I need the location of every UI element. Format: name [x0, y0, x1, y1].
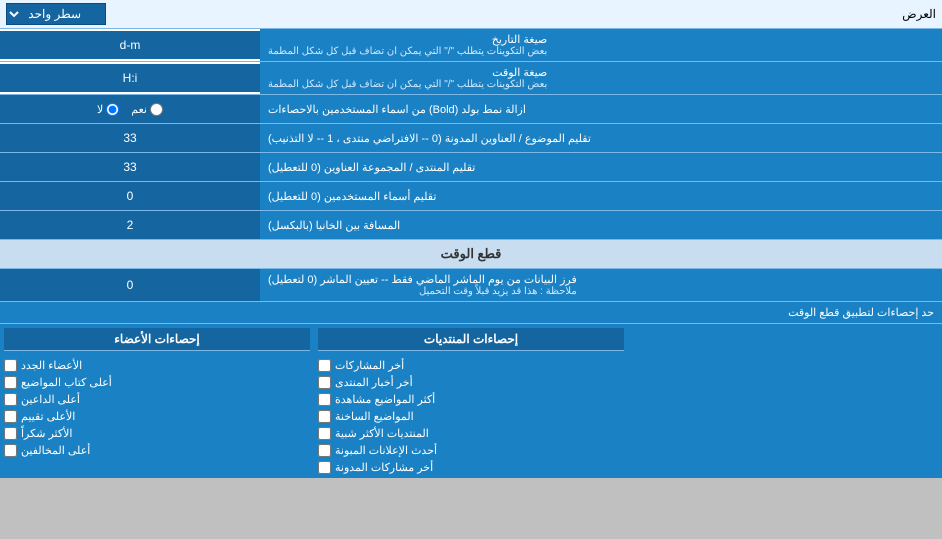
date-format-input-cell	[0, 31, 260, 59]
posts-stats-col: إحصاءات المنتديات أخر المشاركات أخر أخبا…	[314, 324, 628, 478]
members-stats-header: إحصاءات الأعضاء	[4, 328, 310, 351]
stat-most-liked-forums[interactable]: المنتديات الأكثر شبية	[318, 427, 624, 440]
bold-yes-option[interactable]: نعم	[131, 103, 163, 116]
stat-top-inviters[interactable]: أعلى الداعين	[4, 393, 310, 406]
bold-options: نعم لا	[0, 95, 260, 123]
stats-apply-label: حد إحصاءات لتطبيق قطع الوقت	[788, 307, 934, 319]
gap-row: المسافة بين الخانيا (بالبكسل)	[0, 211, 942, 240]
stat-top-writers[interactable]: أعلى كتاب المواضيع	[4, 376, 310, 389]
display-row: العرض سطر واحد سطرين ثلاثة أسطر	[0, 0, 942, 29]
time-cut-limit-field[interactable]	[4, 278, 256, 292]
time-cut-limit-label: فرز البيانات من يوم الماشر الماضي فقط --…	[260, 269, 942, 301]
stat-top-rated[interactable]: الأعلى تقييم	[4, 410, 310, 423]
display-select[interactable]: سطر واحد سطرين ثلاثة أسطر	[6, 3, 106, 25]
date-format-label: صيغة التاريخ بعض التكوينات يتطلب "/" الت…	[260, 29, 942, 61]
time-format-row: صيغة الوقت بعض التكوينات يتطلب "/" التي …	[0, 62, 942, 95]
users-limit-field[interactable]	[6, 189, 254, 203]
topics-limit-row: تقليم الموضوع / العناوين المدونة (0 -- ا…	[0, 124, 942, 153]
bold-row: ازالة نمط بولد (Bold) من اسماء المستخدمي…	[0, 95, 942, 124]
stat-hot-topics-checkbox[interactable]	[318, 410, 331, 423]
stat-most-thanked-checkbox[interactable]	[4, 427, 17, 440]
time-cut-limit-row: فرز البيانات من يوم الماشر الماضي فقط --…	[0, 269, 942, 302]
main-container: العرض سطر واحد سطرين ثلاثة أسطر صيغة الت…	[0, 0, 942, 478]
users-limit-row: تقليم أسماء المستخدمين (0 للتعطيل)	[0, 182, 942, 211]
date-format-row: صيغة التاريخ بعض التكوينات يتطلب "/" الت…	[0, 29, 942, 62]
stat-blog-posts-checkbox[interactable]	[318, 461, 331, 474]
bold-no-radio[interactable]	[106, 103, 119, 116]
stat-forum-news[interactable]: أخر أخبار المنتدى	[318, 376, 624, 389]
topics-limit-input-cell	[0, 124, 260, 152]
forum-limit-input-cell	[0, 153, 260, 181]
stat-top-writers-checkbox[interactable]	[4, 376, 17, 389]
stats-apply-label-row: حد إحصاءات لتطبيق قطع الوقت	[0, 302, 942, 324]
bold-no-option[interactable]: لا	[97, 103, 119, 116]
stat-most-viewed[interactable]: أكثر المواضيع مشاهدة	[318, 393, 624, 406]
users-limit-input-cell	[0, 182, 260, 210]
col-spacer	[628, 324, 942, 478]
stat-top-rated-checkbox[interactable]	[4, 410, 17, 423]
stat-most-thanked[interactable]: الأكثر شكراً	[4, 427, 310, 440]
stat-top-inviters-checkbox[interactable]	[4, 393, 17, 406]
forum-limit-label: تقليم المنتدى / المجموعة العناوين (0 للت…	[260, 153, 942, 181]
stat-most-viewed-checkbox[interactable]	[318, 393, 331, 406]
forum-limit-field[interactable]	[6, 160, 254, 174]
bold-label: ازالة نمط بولد (Bold) من اسماء المستخدمي…	[260, 95, 942, 123]
gap-field[interactable]	[6, 218, 254, 232]
stat-last-posts-checkbox[interactable]	[318, 359, 331, 372]
topics-limit-field[interactable]	[6, 131, 254, 145]
time-cut-section-header: قطع الوقت	[0, 240, 942, 269]
users-limit-label: تقليم أسماء المستخدمين (0 للتعطيل)	[260, 182, 942, 210]
time-format-label: صيغة الوقت بعض التكوينات يتطلب "/" التي …	[260, 62, 942, 94]
stat-new-members[interactable]: الأعضاء الجدد	[4, 359, 310, 372]
stat-hot-topics[interactable]: المواضيع الساخنة	[318, 410, 624, 423]
checkboxes-section: إحصاءات المنتديات أخر المشاركات أخر أخبا…	[0, 324, 942, 478]
stat-latest-announcements-checkbox[interactable]	[318, 444, 331, 457]
stat-forum-news-checkbox[interactable]	[318, 376, 331, 389]
date-format-field[interactable]	[6, 38, 254, 52]
gap-input-cell	[0, 211, 260, 239]
gap-label: المسافة بين الخانيا (بالبكسل)	[260, 211, 942, 239]
forum-limit-row: تقليم المنتدى / المجموعة العناوين (0 للت…	[0, 153, 942, 182]
stat-latest-announcements[interactable]: أحدث الإعلانات المبونة	[318, 444, 624, 457]
topics-limit-label: تقليم الموضوع / العناوين المدونة (0 -- ا…	[260, 124, 942, 152]
time-cut-limit-input-cell	[0, 269, 260, 301]
stat-top-violators-checkbox[interactable]	[4, 444, 17, 457]
stat-new-members-checkbox[interactable]	[4, 359, 17, 372]
posts-stats-header: إحصاءات المنتديات	[318, 328, 624, 351]
time-format-field[interactable]	[6, 71, 254, 85]
stat-blog-posts[interactable]: أخر مشاركات المدونة	[318, 461, 624, 474]
stat-last-posts[interactable]: أخر المشاركات	[318, 359, 624, 372]
time-format-input-cell	[0, 64, 260, 92]
bold-yes-radio[interactable]	[150, 103, 163, 116]
display-label: العرض	[902, 7, 936, 21]
stat-top-violators[interactable]: أعلى المخالفين	[4, 444, 310, 457]
members-stats-col: إحصاءات الأعضاء الأعضاء الجدد أعلى كتاب …	[0, 324, 314, 478]
stat-most-liked-forums-checkbox[interactable]	[318, 427, 331, 440]
